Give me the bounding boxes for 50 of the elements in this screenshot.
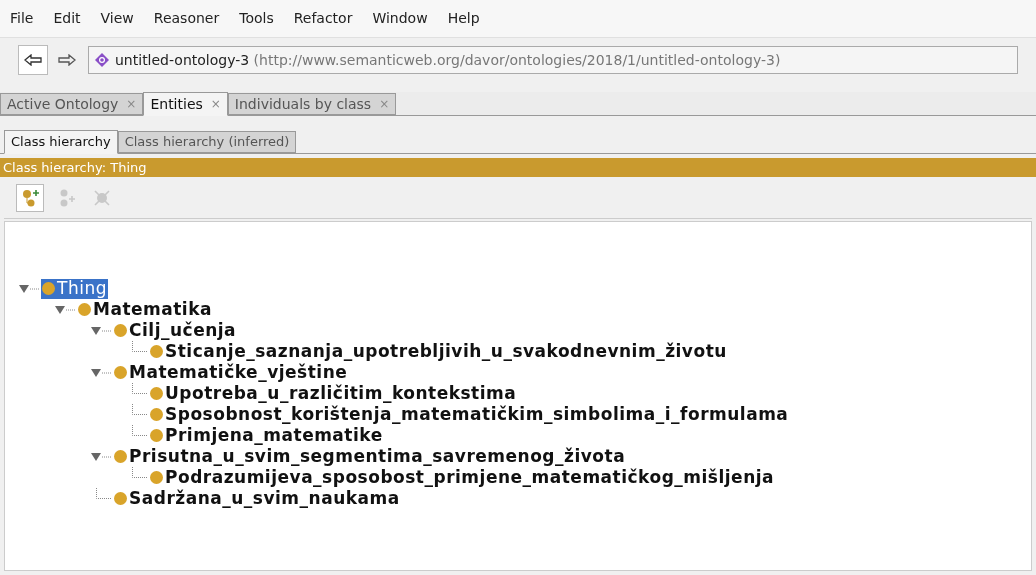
class-icon [150, 345, 163, 358]
ontology-icon [95, 53, 109, 67]
forward-arrow-icon [58, 54, 76, 66]
class-node[interactable]: Matematičke_vještine [113, 362, 349, 383]
menu-item[interactable]: Help [441, 8, 486, 29]
menu-item[interactable]: Tools [233, 8, 280, 29]
ontology-name: untitled-ontology-3 [115, 51, 250, 68]
tree-connector [132, 383, 147, 394]
back-arrow-icon [24, 54, 42, 66]
class-node[interactable]: Matematika [77, 299, 213, 320]
ontology-iri: (http://www.semanticweb.org/davor/ontologies/2018/1/untitled-ontology-3) [253, 51, 781, 68]
add-subclass-icon[interactable] [16, 183, 44, 212]
tab[interactable]: Active Ontology × [0, 93, 144, 115]
tree-connector [96, 488, 111, 499]
tree-connector [132, 341, 147, 352]
menu-item[interactable]: Reasoner [147, 8, 226, 29]
tab[interactable]: Individuals by class × [227, 93, 397, 115]
tab[interactable]: Class hierarchy (inferred) [117, 131, 297, 153]
class-node[interactable]: Prisutna_u_svim_segmentima_savremenog_života [113, 446, 627, 467]
class-icon [114, 450, 127, 463]
tree-connector [132, 425, 147, 436]
class-node[interactable]: Primjena_matematike [149, 425, 384, 446]
class-icon [114, 324, 127, 337]
class-icon [114, 366, 127, 379]
view-header: Class hierarchy: Thing [0, 158, 1036, 177]
tree-connector [132, 467, 147, 478]
menu-item[interactable]: Edit [47, 8, 87, 29]
back-button[interactable] [18, 45, 48, 75]
class-node[interactable]: Podrazumijeva_sposobost_primjene_matematičkog_mišljenja [149, 467, 776, 488]
class-icon [150, 471, 163, 484]
menu-item[interactable]: File [4, 8, 40, 29]
class-icon [78, 303, 91, 316]
class-icon [150, 387, 163, 400]
menu-item[interactable]: View [94, 8, 140, 29]
tab[interactable]: Class hierarchy [4, 130, 118, 154]
class-node[interactable]: Sposobnost_korištenja_matematičkim_simbolima_i_formulama [149, 404, 790, 425]
class-node[interactable]: Cilj_učenja [113, 320, 238, 341]
class-node[interactable]: Sadržana_u_svim_naukama [113, 488, 401, 509]
class-icon [42, 282, 55, 295]
class-icon [114, 492, 127, 505]
tab[interactable]: Entities × [143, 92, 228, 116]
menu-item[interactable]: Refactor [287, 8, 359, 29]
class-icon [150, 408, 163, 421]
ontology-field[interactable]: untitled-ontology-3 (http://www.semanticweb.org/davor/ontologies/2018/1/untitled-ontology-3) [88, 46, 1018, 74]
class-icon [150, 429, 163, 442]
tree-connector [132, 404, 147, 415]
class-node[interactable]: Thing [41, 278, 108, 299]
class-node[interactable]: Upotreba_u_različitim_kontekstima [149, 383, 518, 404]
class-node[interactable]: Sticanje_saznanja_upotrebljivih_u_svakodnevnim_životu [149, 341, 728, 362]
menu-item[interactable]: Window [366, 8, 434, 29]
